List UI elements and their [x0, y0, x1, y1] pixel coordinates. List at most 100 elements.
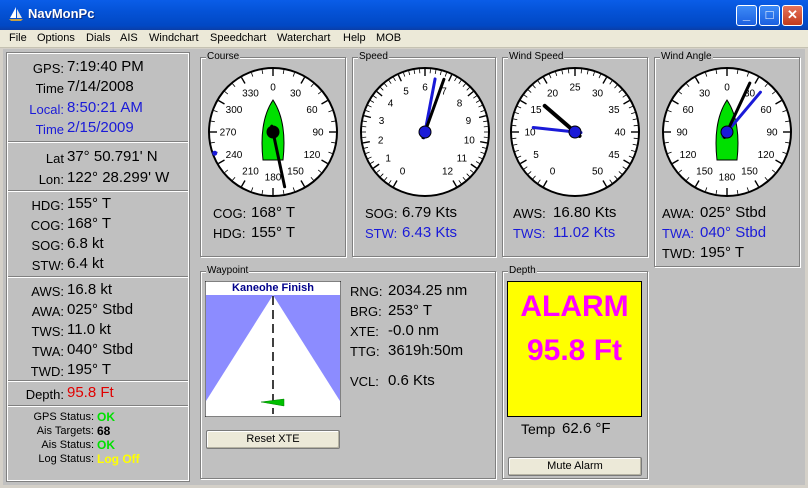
course-tick-label: 330	[242, 89, 259, 100]
menu-mob[interactable]: MOB	[376, 32, 401, 44]
main-area: GPS: 7:19:40 PM Time 7/14/2008 Local: 8:…	[3, 49, 805, 485]
reset-xte-button[interactable]: Reset XTE	[206, 430, 340, 449]
divider	[8, 405, 188, 407]
menu-waterchart[interactable]: Waterchart	[277, 32, 330, 44]
course-hub	[266, 125, 280, 139]
menu-dials[interactable]: Dials	[86, 32, 110, 44]
wspeed-tick-label: 50	[592, 166, 604, 177]
log-status-value[interactable]: Log Off	[97, 452, 140, 466]
wind-angle-title: Wind Angle	[660, 51, 713, 62]
wangle-tick-label: 180	[719, 173, 736, 184]
awa-value: 025° Stbd	[67, 301, 134, 318]
wangle-tick-label: 120	[680, 150, 697, 161]
vcl-value: 0.6 Kts	[388, 372, 435, 389]
speed-title: Speed	[358, 51, 389, 62]
course-tick-label: 180	[265, 173, 282, 184]
speed-tick-label: 12	[442, 166, 454, 177]
rng-value: 2034.25 nm	[388, 282, 468, 299]
waypoint-steering-view	[205, 281, 341, 417]
wind-speed-dial: 05 10 15 20 25 30 35 40 45 50	[510, 67, 640, 197]
alarm-depth-value: 95.8 Ft	[526, 334, 623, 367]
brg-label: BRG:	[350, 304, 382, 319]
title-bar: NavMonPc _ □ ✕	[0, 0, 808, 30]
speed-tick-label: 5	[403, 87, 409, 98]
course-cog-value: 168° T	[251, 204, 296, 221]
speed-hub	[418, 125, 432, 139]
cog-label: COG:	[30, 218, 64, 233]
waypoint-title: Waypoint	[206, 265, 250, 276]
minimize-button[interactable]: _	[736, 5, 757, 26]
gps-date-label: Time	[35, 81, 64, 96]
ais-status-label: Ais Status:	[41, 439, 94, 451]
cog-value: 168° T	[67, 215, 112, 232]
wind-aws-value: 16.80 Kts	[553, 204, 617, 221]
awa-label: AWA:	[31, 304, 64, 319]
sog-label: SOG:	[31, 238, 64, 253]
twa-value: 040° Stbd	[67, 341, 134, 358]
twa-label: TWA:	[31, 344, 64, 359]
wangle-hub	[720, 125, 734, 139]
gps-status-value: OK	[97, 410, 115, 424]
speed-stw-label: STW:	[365, 226, 398, 241]
menu-ais[interactable]: AIS	[120, 32, 138, 44]
menu-windchart[interactable]: Windchart	[149, 32, 199, 44]
wangle-tick-label: 30	[699, 89, 711, 100]
wangle-twd-label: TWD:	[662, 246, 696, 261]
wangle-tick-label: 150	[696, 166, 713, 177]
wangle-awa-label: AWA:	[662, 206, 695, 221]
speed-tick-label: 3	[379, 116, 385, 127]
course-heading-marker	[212, 150, 218, 156]
sog-value: 6.8 kt	[67, 235, 104, 252]
wangle-awa-value: 025° Stbd	[700, 204, 767, 221]
gps-date-value: 7/14/2008	[67, 78, 134, 95]
course-tick-label: 300	[226, 105, 243, 116]
rng-label: RNG:	[350, 284, 383, 299]
lat-value: 37° 50.791' N	[67, 148, 158, 165]
speed-tick-label: 8	[457, 99, 463, 110]
speed-sog-value: 6.79 Kts	[402, 204, 458, 221]
stw-value: 6.4 kt	[67, 255, 104, 272]
menu-options[interactable]: Options	[37, 32, 75, 44]
vcl-label: VCL:	[350, 374, 379, 389]
speed-tick-label: 10	[464, 135, 476, 146]
twd-value: 195° T	[67, 361, 112, 378]
lon-value: 122° 28.299' W	[67, 169, 170, 186]
stw-label: STW:	[31, 258, 64, 273]
wind-angle-dial: 3060901201501801501209060300	[662, 67, 792, 197]
speed-dial: 012345 6 789101112	[360, 67, 490, 197]
menu-help[interactable]: Help	[343, 32, 366, 44]
wspeed-tick-label: 5	[533, 150, 539, 161]
temp-value: 62.6 °F	[562, 420, 611, 437]
course-tick-label: 210	[242, 166, 259, 177]
local-time-label: Local:	[29, 102, 64, 117]
wspeed-tick-label: 45	[608, 150, 620, 161]
divider	[8, 276, 188, 278]
maximize-button[interactable]: □	[759, 5, 780, 26]
course-tick-label: 30	[290, 89, 302, 100]
wspeed-tick-label: 40	[614, 128, 626, 139]
ttg-value: 3619h:50m	[388, 342, 464, 359]
depth-group: Depth ALARM 95.8 Ft Temp 62.6 °F Mute Al…	[502, 265, 648, 479]
depth-title: Depth	[508, 265, 537, 276]
brg-value: 253° T	[388, 302, 433, 319]
wspeed-tick-label: 35	[608, 105, 620, 116]
waypoint-name: Kaneohe Finish	[232, 282, 314, 294]
course-dial: 30 60 90 120150 180 210 240 270 300 330 0	[208, 67, 338, 197]
wangle-tick-label: 150	[741, 166, 758, 177]
mute-alarm-button[interactable]: Mute Alarm	[508, 457, 642, 476]
menu-file[interactable]: File	[9, 32, 27, 44]
wind-aws-label: AWS:	[513, 206, 546, 221]
menu-speedchart[interactable]: Speedchart	[210, 32, 266, 44]
course-title: Course	[206, 51, 241, 62]
speed-tick-label: 6	[422, 83, 428, 94]
course-cog-label: COG:	[213, 206, 247, 221]
local-time-value: 8:50:21 AM	[67, 99, 143, 116]
log-status-label: Log Status:	[38, 453, 94, 465]
ais-status-value: OK	[97, 438, 115, 452]
wind-angle-group: Wind Angle 30 60 90 120 150 180 150 120 90 60 30 0 …	[654, 51, 800, 267]
wspeed-tick-label: 10	[524, 128, 536, 139]
course-tick-label: 270	[220, 128, 237, 139]
tws-label: TWS:	[31, 324, 65, 339]
gps-time-label: GPS:	[32, 61, 64, 76]
close-button[interactable]: ✕	[782, 5, 803, 26]
